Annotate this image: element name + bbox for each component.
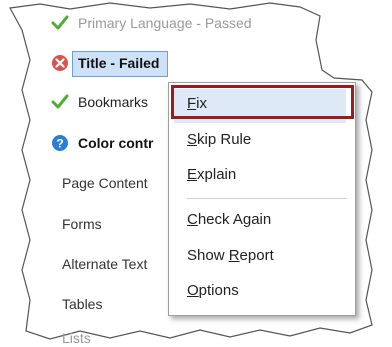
menu-item-show-report[interactable]: Show Report <box>187 247 274 264</box>
sub-item-tables[interactable]: Tables <box>62 296 102 312</box>
menu-separator <box>187 198 347 199</box>
svg-text:?: ? <box>56 137 63 151</box>
menu-item-options[interactable]: Options <box>187 282 239 299</box>
check-icon <box>51 15 69 30</box>
checker-item-label: Primary Language - Passed <box>78 15 252 31</box>
sub-item-alternate-text[interactable]: Alternate Text <box>62 256 147 272</box>
error-icon <box>52 55 68 71</box>
menu-item-check-again[interactable]: Check Again <box>187 211 271 228</box>
menu-item-skip-rule[interactable]: Skip Rule <box>187 131 251 148</box>
sub-item-forms[interactable]: Forms <box>62 216 102 232</box>
checker-item-label: Bookmarks <box>78 94 149 110</box>
sub-item-page-content[interactable]: Page Content <box>62 175 148 191</box>
check-icon <box>51 94 69 109</box>
checker-item-label: Title - Failed <box>78 55 160 71</box>
checker-item-label: Color contr <box>78 135 154 151</box>
fix-callout-highlight-box <box>171 85 354 119</box>
menu-item-explain[interactable]: Explain <box>187 166 236 183</box>
info-icon: ? <box>52 135 68 151</box>
sub-item-lists[interactable]: Lists <box>62 330 91 346</box>
